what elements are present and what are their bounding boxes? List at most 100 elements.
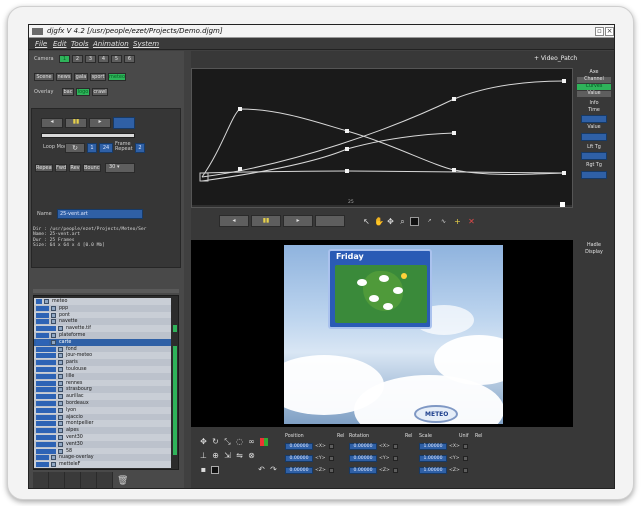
pointer-icon[interactable]: ↖ bbox=[362, 217, 371, 226]
axis-button[interactable]: <Y> bbox=[379, 455, 391, 462]
tree-item[interactable]: metteleF bbox=[34, 461, 171, 469]
tree-expander[interactable] bbox=[36, 312, 49, 318]
bounce-button[interactable]: Bounce bbox=[83, 164, 101, 172]
tree-expander[interactable] bbox=[36, 421, 56, 427]
hand-icon[interactable]: ✋ bbox=[374, 217, 384, 226]
value-toggle-button[interactable]: Value bbox=[577, 91, 611, 97]
rel-toggle[interactable] bbox=[393, 444, 398, 449]
repeat-button[interactable]: Repeat bbox=[35, 164, 53, 172]
tree-expander[interactable] bbox=[36, 428, 56, 434]
rel-toggle[interactable] bbox=[393, 456, 398, 461]
lasso-icon[interactable]: ◌ bbox=[235, 437, 244, 446]
menu-tools[interactable]: Tools bbox=[71, 38, 89, 50]
display-button[interactable]: Display bbox=[577, 250, 611, 256]
frame-field[interactable] bbox=[113, 117, 135, 129]
overlay-logo-button[interactable]: logo bbox=[76, 88, 90, 96]
rel-toggle[interactable] bbox=[329, 456, 334, 461]
curve-editor[interactable]: 25 bbox=[191, 68, 573, 208]
rel-toggle[interactable] bbox=[463, 456, 468, 461]
tree-expander[interactable] bbox=[36, 462, 49, 468]
visibility-indicator[interactable] bbox=[173, 325, 177, 333]
black-swatch[interactable] bbox=[211, 466, 219, 474]
tree-expander[interactable] bbox=[36, 435, 56, 440]
rotate-icon[interactable]: ↻ bbox=[211, 437, 220, 446]
tree-resize-handle[interactable] bbox=[33, 289, 179, 293]
curves-button[interactable]: Curves bbox=[577, 84, 611, 90]
overlay-crawl-button[interactable]: crawl bbox=[92, 88, 108, 96]
rel-toggle[interactable] bbox=[463, 444, 468, 449]
tree-expander[interactable] bbox=[36, 339, 49, 345]
menu-animation[interactable]: Animation bbox=[93, 38, 129, 50]
tree-expander[interactable] bbox=[36, 455, 49, 461]
tree-expander[interactable] bbox=[36, 346, 56, 352]
camera-button-1[interactable]: 1 bbox=[59, 55, 70, 63]
rev-button[interactable]: Rev bbox=[69, 164, 81, 172]
axis-button[interactable]: <X> bbox=[315, 443, 327, 450]
undo-icon[interactable]: ↶ bbox=[257, 465, 266, 474]
channel-button[interactable]: Channel bbox=[577, 77, 611, 83]
axis-button[interactable]: <Z> bbox=[449, 467, 461, 474]
curve-prev-button[interactable]: ◂ bbox=[219, 215, 249, 227]
axis-button[interactable]: <X> bbox=[379, 443, 391, 450]
tree-expander[interactable] bbox=[36, 407, 56, 413]
position-field[interactable]: 0.00000 bbox=[285, 455, 313, 462]
curve-blank-button[interactable] bbox=[315, 215, 345, 227]
name-field[interactable]: 25-vent.art bbox=[57, 209, 143, 219]
color-icon[interactable] bbox=[260, 438, 268, 446]
camera-icon[interactable]: ▪ bbox=[199, 465, 208, 474]
tree-expander[interactable] bbox=[36, 299, 42, 304]
speed-field[interactable]: 24 bbox=[99, 143, 113, 153]
mode-gala-button[interactable]: gala bbox=[74, 73, 88, 81]
frame-all-icon[interactable] bbox=[410, 217, 419, 226]
flip-icon[interactable]: ⇋ bbox=[235, 451, 244, 460]
tree-expander[interactable] bbox=[36, 401, 56, 406]
rotation-field[interactable]: 0.00000 bbox=[349, 443, 377, 450]
camera-button-3[interactable]: 3 bbox=[85, 55, 96, 63]
rel-toggle[interactable] bbox=[329, 468, 334, 473]
overlay-bac-button[interactable]: bac bbox=[62, 88, 74, 96]
value-field[interactable] bbox=[581, 133, 607, 141]
tree-expander[interactable] bbox=[36, 441, 56, 447]
scale-icon[interactable]: ⤡ bbox=[223, 437, 232, 446]
axis-button[interactable]: <Y> bbox=[449, 455, 461, 462]
pause-button[interactable]: ▮▮ bbox=[65, 118, 87, 128]
curve-next-button[interactable]: ▸ bbox=[283, 215, 313, 227]
mode-sport-button[interactable]: sport bbox=[90, 73, 106, 81]
redo-icon[interactable]: ↷ bbox=[269, 465, 278, 474]
axis-button[interactable]: <Z> bbox=[315, 467, 327, 474]
rgt-tg-field[interactable] bbox=[581, 171, 607, 179]
tree-expander[interactable] bbox=[36, 387, 56, 393]
position-field[interactable]: 0.00000 bbox=[285, 443, 313, 450]
camera-button-4[interactable]: 4 bbox=[98, 55, 109, 63]
position-field[interactable]: 0.00000 bbox=[285, 467, 313, 474]
key-smooth-icon[interactable]: ∿ bbox=[439, 217, 448, 226]
axis-button[interactable]: <Y> bbox=[315, 455, 327, 462]
link-icon[interactable]: ∞ bbox=[247, 437, 256, 446]
key-linear-icon[interactable]: ↗ bbox=[425, 217, 434, 226]
loop-count-field[interactable]: 1 bbox=[87, 143, 97, 153]
play-backward-button[interactable]: ◂ bbox=[41, 118, 63, 128]
tree-expander[interactable] bbox=[36, 326, 56, 332]
minimize-button[interactable]: ▫ bbox=[595, 27, 604, 36]
rel-toggle[interactable] bbox=[329, 444, 334, 449]
mode-meteo-button[interactable]: meteo bbox=[108, 73, 126, 81]
hadle-button[interactable]: Hadle bbox=[577, 243, 611, 249]
rotation-field[interactable]: 0.00000 bbox=[349, 467, 377, 474]
pivot-icon[interactable]: ⊕ bbox=[211, 451, 220, 460]
pan-icon[interactable]: ✥ bbox=[386, 217, 395, 226]
menu-system[interactable]: System bbox=[133, 38, 159, 50]
tree-expander[interactable] bbox=[36, 448, 56, 454]
tree-expander[interactable] bbox=[36, 373, 56, 379]
tree-expander[interactable] bbox=[36, 353, 56, 359]
scale-field[interactable]: 1.00000 bbox=[419, 443, 447, 450]
tree-expander[interactable] bbox=[36, 319, 49, 325]
trash-icon[interactable]: 🗑 bbox=[117, 476, 128, 486]
camera-button-2[interactable]: 2 bbox=[72, 55, 83, 63]
loop-mode-button[interactable]: ↻ bbox=[65, 143, 85, 153]
rel-toggle[interactable] bbox=[393, 468, 398, 473]
time-field[interactable] bbox=[581, 115, 607, 123]
lft-tg-field[interactable] bbox=[581, 152, 607, 160]
close-button[interactable]: × bbox=[605, 27, 614, 36]
scale-field[interactable]: 1.00000 bbox=[419, 467, 447, 474]
timeline-slider[interactable] bbox=[41, 133, 135, 138]
